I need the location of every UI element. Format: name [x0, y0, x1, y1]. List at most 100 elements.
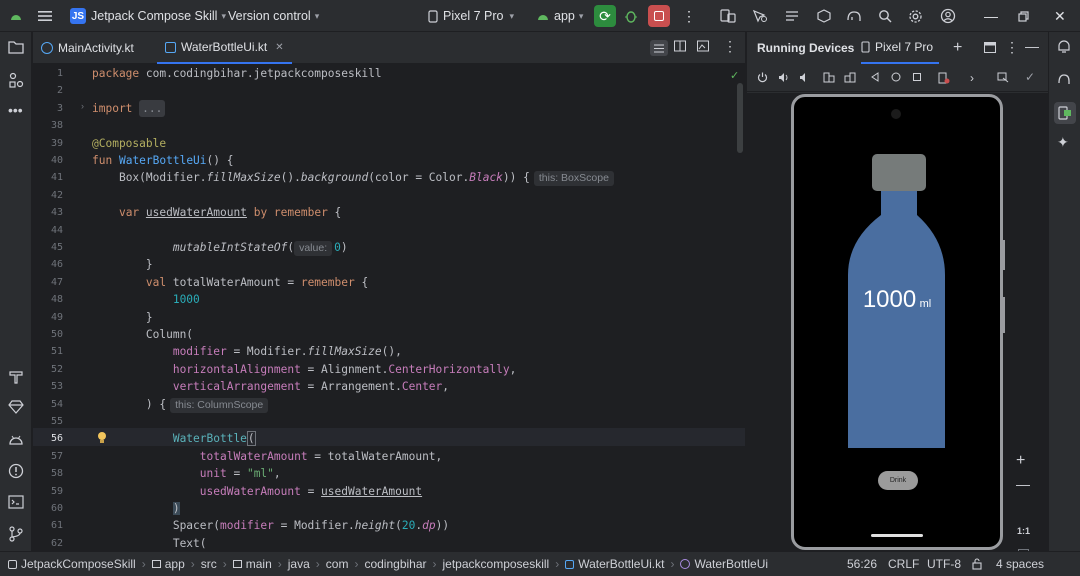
device-tab[interactable]: Pixel 7 Pro: [861, 32, 940, 64]
volume-down-icon[interactable]: [799, 72, 811, 83]
build-icon[interactable]: [8, 369, 24, 385]
git-icon[interactable]: [8, 526, 24, 542]
chevron-right-icon[interactable]: ›: [970, 71, 974, 85]
running-devices-tool-button[interactable]: [1054, 102, 1076, 124]
gradle-icon[interactable]: [1057, 72, 1071, 86]
run-config-selector[interactable]: app ▾: [536, 0, 583, 32]
project-selector[interactable]: JS Jetpack Compose Skill ▾: [70, 0, 226, 32]
breadcrumb-item[interactable]: JetpackComposeSkill: [21, 557, 136, 571]
user-icon: [940, 8, 956, 24]
code-line: @Composable: [92, 136, 167, 150]
search-button[interactable]: [878, 0, 892, 32]
vcs-selector[interactable]: Version control ▾: [228, 0, 319, 32]
tab-mainactivity[interactable]: MainActivity.kt: [41, 32, 134, 64]
notifications-icon[interactable]: [1057, 40, 1071, 54]
running-devices-panel: Running Devices Pixel 7 Pro + ⋮ — › ✓ 10…: [746, 32, 1049, 560]
structure-icon[interactable]: [8, 72, 24, 88]
more-tools-icon[interactable]: •••: [8, 102, 23, 118]
main-menu-button[interactable]: [38, 0, 52, 32]
breadcrumb-item[interactable]: java: [288, 557, 310, 571]
sdk-manager-button[interactable]: [816, 0, 832, 32]
line-number: 60: [50, 503, 63, 514]
breadcrumb-item[interactable]: app: [165, 557, 185, 571]
back-icon[interactable]: [870, 72, 880, 82]
no-problems-check-icon: ✓: [730, 70, 740, 82]
gradle-sync-button[interactable]: [846, 0, 862, 32]
design-view-button[interactable]: [697, 40, 709, 52]
rotate-left-icon[interactable]: [823, 72, 835, 83]
line-number: 53: [50, 381, 63, 393]
check-icon[interactable]: ✓: [1025, 70, 1035, 84]
breadcrumb-item[interactable]: src: [201, 557, 217, 571]
title-bar: JS Jetpack Compose Skill ▾ Version contr…: [0, 0, 1080, 32]
tab-more-icon[interactable]: ⋮: [723, 38, 737, 55]
power-icon[interactable]: [757, 72, 768, 83]
close-window-icon[interactable]: ✕: [1054, 0, 1066, 32]
search-icon: [879, 10, 892, 23]
file-encoding[interactable]: UTF-8: [927, 552, 961, 576]
gem-icon[interactable]: [8, 400, 24, 414]
volume-up-icon[interactable]: [778, 72, 790, 83]
logcat-button[interactable]: [784, 0, 800, 32]
caret-position[interactable]: 56:26: [847, 552, 877, 576]
android-monitor-icon[interactable]: [8, 432, 24, 448]
breadcrumb-item[interactable]: WaterBottleUi.kt: [578, 557, 664, 571]
mirror-icon[interactable]: [997, 72, 1009, 83]
lock-icon[interactable]: [972, 552, 982, 576]
package-icon: [817, 9, 831, 23]
breadcrumb-item[interactable]: WaterBottleUi: [694, 557, 768, 571]
gemini-sparkle-icon[interactable]: ✦: [1057, 134, 1069, 151]
code-line: Spacer(modifier = Modifier.height(20.dp)…: [172, 519, 450, 533]
drink-button[interactable]: Drink: [878, 471, 918, 490]
right-tool-strip: ✦: [1048, 32, 1080, 551]
close-tab-icon[interactable]: ✕: [275, 42, 283, 53]
breadcrumb: JetpackComposeSkill › app › src › main › jav…: [8, 552, 768, 576]
settings-button[interactable]: [908, 0, 923, 32]
line-number: 58: [50, 468, 63, 480]
phone-screen[interactable]: 1000 ml Drink: [797, 100, 997, 544]
code-line: WaterBottle(: [172, 431, 256, 447]
rerun-button[interactable]: ⟳: [594, 0, 616, 32]
more-actions-icon[interactable]: ⋮: [682, 0, 696, 32]
tab-waterbottleui[interactable]: WaterBottleUi.kt ✕: [157, 32, 292, 64]
account-button[interactable]: [940, 0, 956, 32]
restore-window-icon[interactable]: [1018, 0, 1029, 32]
device-selector[interactable]: Pixel 7 Pro ▾: [428, 0, 514, 32]
home-icon[interactable]: [891, 72, 901, 82]
layout-icon[interactable]: [984, 42, 996, 53]
folder-icon[interactable]: [8, 40, 24, 54]
minimize-window-icon[interactable]: —: [984, 0, 998, 32]
device-manager-button[interactable]: [720, 0, 736, 32]
code-editor[interactable]: 1 2 3 38 39 40 41 42 43 44 45 46 47 48 4…: [33, 65, 745, 551]
problems-icon[interactable]: [8, 463, 24, 479]
phone-icon: [861, 41, 870, 53]
line-gutter: 1 2 3 38 39 40 41 42 43 44 45 46 47 48 4…: [33, 65, 106, 551]
breadcrumb-item[interactable]: jetpackcomposeskill: [443, 557, 550, 571]
code-line: }: [145, 310, 153, 324]
zoom-in-icon[interactable]: +: [1016, 452, 1025, 470]
line-separator[interactable]: CRLF: [888, 552, 919, 576]
code-line: modifier = Modifier.fillMaxSize(),: [172, 345, 402, 359]
minimize-panel-icon[interactable]: —: [1025, 38, 1039, 54]
gesture-nav-bar[interactable]: [871, 534, 923, 537]
zoom-actual-size[interactable]: 1:1: [1017, 526, 1030, 536]
debug-button[interactable]: [624, 0, 638, 32]
indent-setting[interactable]: 4 spaces: [996, 552, 1044, 576]
panel-more-icon[interactable]: ⋮: [1005, 39, 1019, 56]
breadcrumb-item[interactable]: codingbihar: [364, 557, 426, 571]
terminal-icon[interactable]: [8, 495, 24, 509]
stop-button[interactable]: [648, 0, 670, 32]
vertical-scrollbar[interactable]: [737, 83, 743, 153]
app-inspection-button[interactable]: [752, 0, 768, 32]
breadcrumb-item[interactable]: com: [326, 557, 349, 571]
rotate-right-icon[interactable]: [844, 72, 856, 83]
code-view-button[interactable]: [650, 40, 668, 56]
zoom-out-icon[interactable]: —: [1016, 476, 1030, 492]
overview-icon[interactable]: [912, 72, 922, 82]
folded-imports[interactable]: ...: [139, 99, 166, 118]
add-device-icon[interactable]: +: [953, 39, 962, 57]
split-view-button[interactable]: [674, 40, 686, 52]
screenshot-icon[interactable]: [938, 72, 950, 84]
fold-expand-icon[interactable]: ›: [81, 101, 84, 111]
breadcrumb-item[interactable]: main: [246, 557, 272, 571]
